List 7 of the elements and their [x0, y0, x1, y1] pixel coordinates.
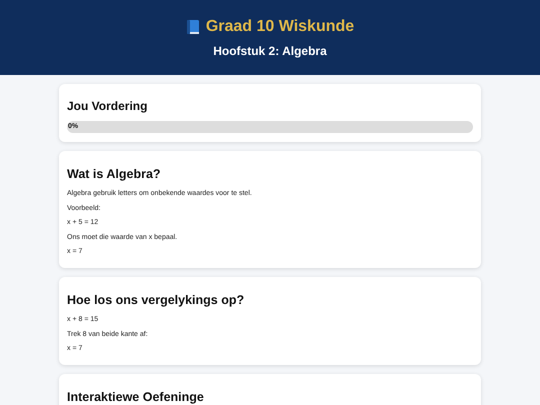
card-heading: Wat is Algebra? [67, 167, 162, 181]
card-heading: Jou Vordering [67, 99, 148, 113]
page-subtitle: Hoofstuk 2: Algebra [213, 43, 327, 60]
card-heading: Interaktiewe Oefeninge [67, 390, 205, 404]
card-heading: Hoe los ons vergelykings op? [67, 293, 246, 307]
page-title: Graad 10 Wiskunde [206, 17, 354, 37]
book-icon [186, 19, 200, 35]
